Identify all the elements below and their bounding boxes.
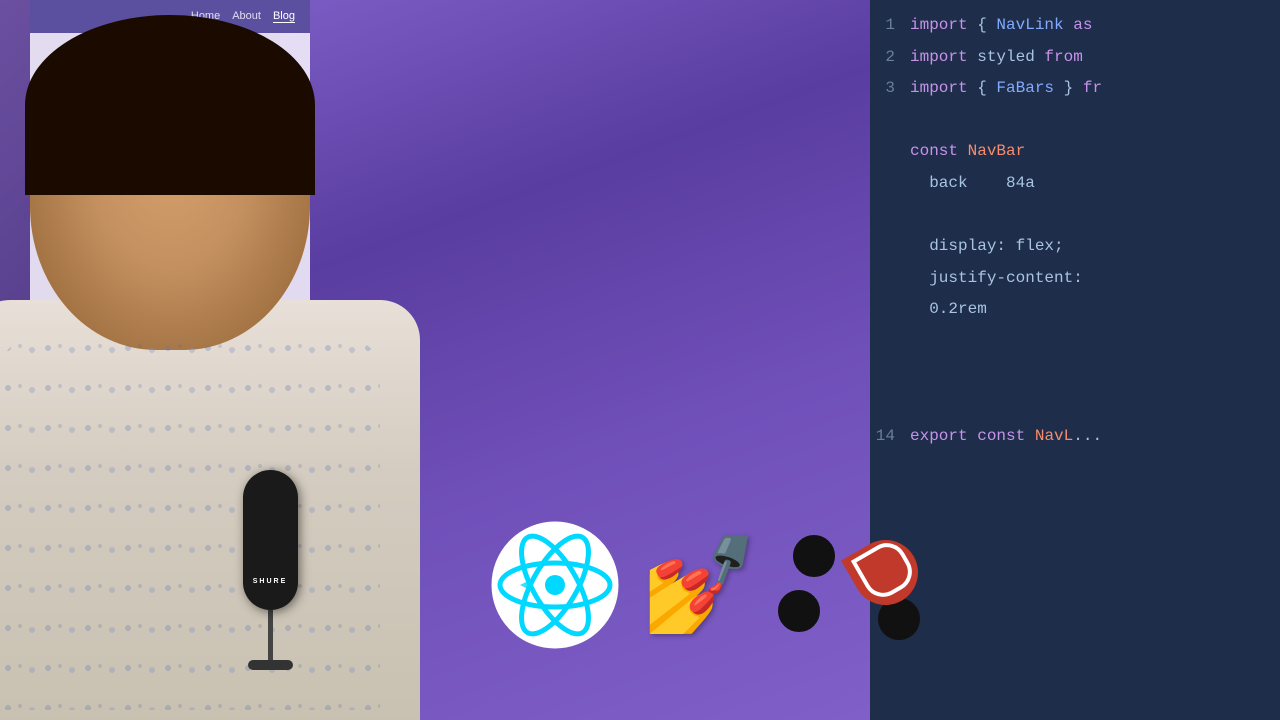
code-line-blank4	[860, 358, 1280, 390]
code-line-6: back 84a	[860, 168, 1280, 200]
react-svg	[490, 520, 620, 650]
styled-components-icon	[778, 530, 928, 640]
icons-row: 💅	[490, 520, 928, 650]
code-text: import { NavLink as	[910, 13, 1092, 39]
code-text: import styled from	[910, 45, 1083, 71]
mic-base	[248, 660, 293, 670]
nail-polish-icon: 💅	[640, 538, 758, 633]
code-line-blank3	[860, 326, 1280, 358]
line-number: 14	[870, 424, 895, 450]
line-number: 1	[870, 13, 895, 39]
shirt-pattern	[0, 340, 380, 710]
code-line-blank5	[860, 389, 1280, 421]
microphone: SHURE	[230, 470, 310, 670]
code-line-display: display: flex;	[860, 231, 1280, 263]
code-line-14: 14 export const NavL...	[860, 421, 1280, 453]
person-hair	[25, 15, 315, 195]
mic-stand	[268, 610, 273, 660]
code-line-5: const NavBar	[860, 136, 1280, 168]
mic-body: SHURE	[243, 470, 298, 610]
mic-brand: SHURE	[253, 578, 288, 585]
line-number: 2	[870, 45, 895, 71]
code-line-2: 2 import styled from	[860, 42, 1280, 74]
line-number: 3	[870, 76, 895, 102]
react-icon	[490, 520, 620, 650]
code-line-rem: 0.2rem	[860, 294, 1280, 326]
code-line-3: 3 import { FaBars } fr	[860, 73, 1280, 105]
main-title-area	[420, 130, 1275, 135]
code-line-justify: justify-content:	[860, 263, 1280, 295]
code-line-1: 1 import { NavLink as	[860, 10, 1280, 42]
code-text: import { FaBars } fr	[910, 76, 1102, 102]
code-line-blank2	[860, 200, 1280, 232]
